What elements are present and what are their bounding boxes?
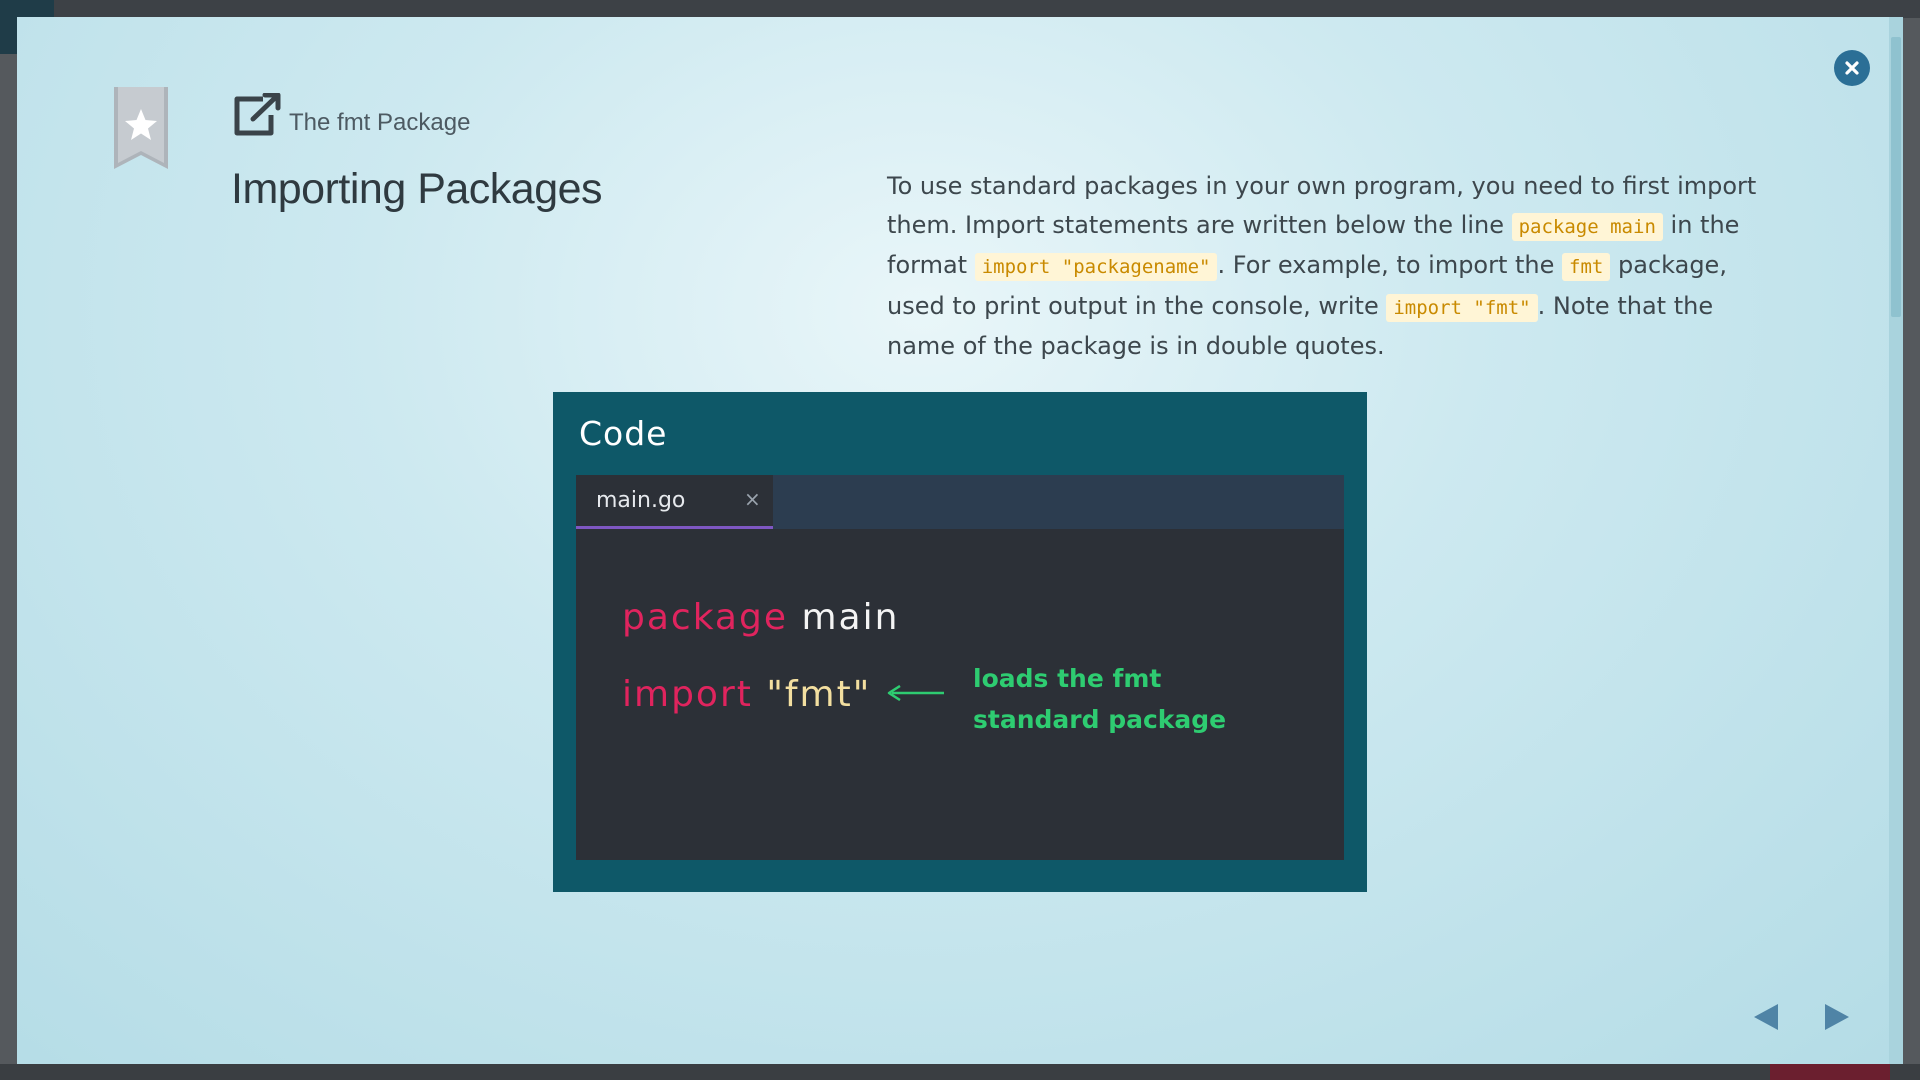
description-text: . For example, to import the <box>1217 251 1563 279</box>
annotation-line: standard package <box>973 705 1227 734</box>
code-identifier: main <box>801 597 900 638</box>
code-line-import: import "fmt" <box>622 674 871 715</box>
inline-code-import-fmt: import "fmt" <box>1386 293 1538 322</box>
inline-code-fmt: fmt <box>1562 253 1611 281</box>
breadcrumb: The fmt Package <box>233 87 470 137</box>
close-icon <box>1845 61 1859 75</box>
code-card: Code main.go × package main import "fmt"… <box>553 392 1367 892</box>
annotation-line: loads the fmt <box>973 664 1162 693</box>
arrow-left-icon <box>887 685 944 701</box>
code-card-title: Code <box>579 414 668 453</box>
modal-scrollbar-thumb[interactable] <box>1891 37 1901 317</box>
next-slide-button[interactable] <box>1822 1002 1852 1032</box>
background-bottombar <box>0 1064 1920 1080</box>
bookmark-button[interactable] <box>112 87 170 187</box>
editor-tabbar: main.go × <box>576 475 1344 529</box>
background-topbar <box>0 0 1920 18</box>
code-string: "fmt" <box>766 674 872 715</box>
lesson-modal: The fmt Package Importing Packages To us… <box>17 17 1903 1064</box>
code-editor: main.go × package main import "fmt" load… <box>576 475 1344 860</box>
triangle-left-icon <box>1754 1004 1778 1030</box>
tab-close-icon[interactable]: × <box>744 487 761 511</box>
code-annotation: loads the fmt standard package <box>973 658 1226 740</box>
code-line-package: package main <box>622 597 899 638</box>
page-title: Importing Packages <box>231 165 603 213</box>
previous-slide-button[interactable] <box>1751 1002 1781 1032</box>
code-keyword: import <box>622 674 753 715</box>
tab-main-go[interactable]: main.go × <box>576 475 773 529</box>
bookmark-star-icon <box>114 87 168 169</box>
inline-code-import-packagename: import "packagename" <box>974 253 1218 281</box>
breadcrumb-label[interactable]: The fmt Package <box>289 109 470 137</box>
lesson-description: To use standard packages in your own pro… <box>887 167 1787 366</box>
tab-label: main.go <box>596 488 686 513</box>
triangle-right-icon <box>1825 1004 1849 1030</box>
close-button[interactable] <box>1834 50 1870 86</box>
code-keyword: package <box>622 597 788 638</box>
external-link-icon[interactable] <box>233 93 281 137</box>
modal-scrollbar[interactable] <box>1889 17 1903 1064</box>
inline-code-package-main: package main <box>1511 212 1663 241</box>
